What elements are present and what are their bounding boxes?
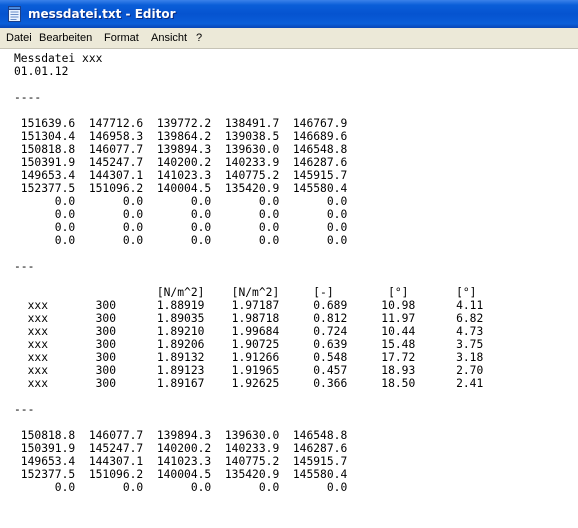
menu-help[interactable]: ? [196, 32, 202, 44]
text-line [14, 390, 483, 403]
menu-ansicht[interactable]: Ansicht [151, 32, 187, 44]
window-title: messdatei.txt - Editor [28, 7, 176, 21]
text-line: xxx 300 1.89206 1.90725 0.639 15.48 3.75 [14, 338, 484, 351]
text-line: xxx 300 1.89123 1.91965 0.457 18.93 2.70 [14, 364, 484, 377]
text-line [14, 416, 483, 429]
text-line: 151639.6 147712.6 139772.2 138491.7 1467… [14, 117, 348, 130]
text-line: 0.0 0.0 0.0 0.0 0.0 [14, 234, 348, 247]
notepad-icon [8, 6, 21, 22]
text-line: xxx 300 1.89035 1.98718 0.812 11.97 6.82 [14, 312, 484, 325]
text-line: 01.01.12 [14, 65, 69, 78]
text-line: 0.0 0.0 0.0 0.0 0.0 [14, 481, 348, 494]
text-line: 152377.5 151096.2 140004.5 135420.9 1455… [14, 468, 348, 481]
menu-datei[interactable]: Datei [6, 32, 32, 44]
text-line [14, 78, 483, 91]
text-line: 0.0 0.0 0.0 0.0 0.0 [14, 221, 348, 234]
text-line: 150818.8 146077.7 139894.3 139630.0 1465… [14, 143, 348, 156]
text-line: 151304.4 146958.3 139864.2 139038.5 1466… [14, 130, 348, 143]
text-line [14, 247, 483, 260]
text-line: 150818.8 146077.7 139894.3 139630.0 1465… [14, 429, 348, 442]
text-line: 0.0 0.0 0.0 0.0 0.0 [14, 208, 348, 221]
editor-window: messdatei.txt - Editor Datei Bearbeiten … [0, 0, 578, 528]
text-line: xxx 300 1.89167 1.92625 0.366 18.50 2.41 [14, 377, 484, 390]
text-line: Messdatei xxx [14, 52, 103, 65]
title-bar[interactable]: messdatei.txt - Editor [0, 0, 578, 28]
text-line: ---- [14, 91, 42, 104]
text-line: [N/m^2] [N/m^2] [-] [°] [°] [14, 286, 477, 299]
text-line: xxx 300 1.89210 1.99684 0.724 10.44 4.73 [14, 325, 484, 338]
text-line: --- [14, 260, 35, 273]
text-line: xxx 300 1.88919 1.97187 0.689 10.98 4.11 [14, 299, 484, 312]
text-editor-area[interactable]: Messdatei xxx 01.01.12 ---- 151639.6 14771… [0, 49, 578, 528]
menu-format[interactable]: Format [104, 32, 139, 44]
text-line: 150391.9 145247.7 140200.2 140233.9 1462… [14, 442, 348, 455]
text-line [14, 273, 483, 286]
text-line: --- [14, 403, 35, 416]
text-line: xxx 300 1.89132 1.91266 0.548 17.72 3.18 [14, 351, 484, 364]
text-line [14, 104, 483, 117]
text-line: 149653.4 144307.1 141023.3 140775.2 1459… [14, 169, 348, 182]
menu-bar: Datei Bearbeiten Format Ansicht ? [0, 28, 578, 49]
text-line: 152377.5 151096.2 140004.5 135420.9 1455… [14, 182, 348, 195]
menu-bearbeiten[interactable]: Bearbeiten [39, 32, 92, 44]
text-line: 149653.4 144307.1 141023.3 140775.2 1459… [14, 455, 348, 468]
document-text[interactable]: Messdatei xxx 01.01.12 ---- 151639.6 14771… [14, 52, 483, 494]
text-line: 150391.9 145247.7 140200.2 140233.9 1462… [14, 156, 348, 169]
text-line: 0.0 0.0 0.0 0.0 0.0 [14, 195, 348, 208]
